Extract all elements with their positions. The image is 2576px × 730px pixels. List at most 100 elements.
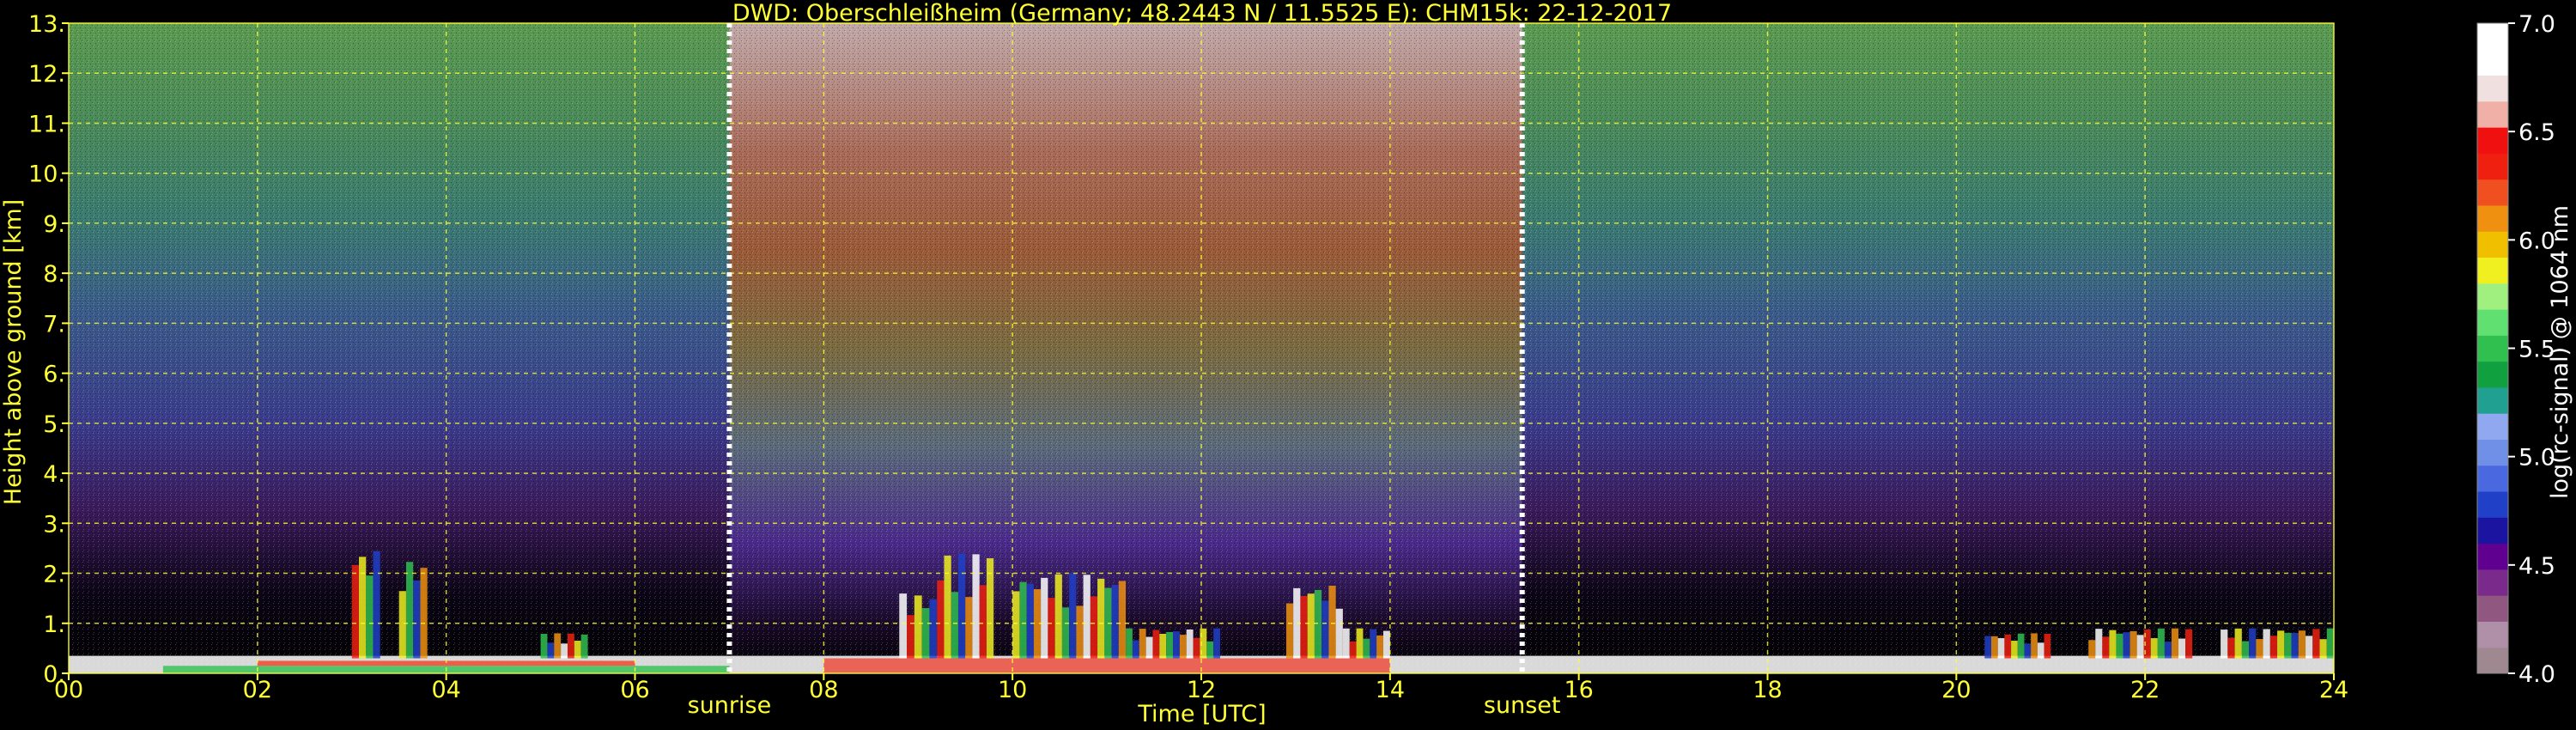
colorbar-segment — [2477, 257, 2508, 284]
colorbar-segment — [2477, 231, 2508, 259]
cloud-strip — [2116, 633, 2123, 659]
cloud-strip — [1179, 635, 1187, 659]
cloud-strip — [1012, 591, 1020, 659]
cloud-strip — [1090, 596, 1098, 659]
cloud-strip — [1019, 581, 1027, 659]
y-tick-label: 1. — [43, 611, 65, 638]
colorbar-segment — [2477, 439, 2508, 466]
cloud-strip — [2088, 640, 2096, 659]
cloud-strip — [1118, 581, 1127, 659]
colorbar-segment — [2477, 543, 2508, 570]
cloud-strip — [561, 643, 568, 659]
cloud-strip — [1307, 593, 1315, 659]
cloud-strip — [1376, 635, 1383, 659]
colorbar-segment — [2477, 100, 2508, 128]
cloud-strip — [1321, 600, 1329, 659]
y-tick-label: 0. — [43, 661, 65, 688]
colorbar-tick-label: 6.5 — [2518, 119, 2555, 146]
marker-label-sunset: sunset — [1484, 692, 1561, 719]
x-tick-label: 16 — [1564, 677, 1593, 703]
colorbar-segment — [2477, 413, 2508, 440]
cloud-strip — [351, 564, 359, 659]
cloud-strip — [2227, 637, 2235, 659]
cloud-strip — [1997, 638, 2005, 659]
colorbar-segment — [2477, 153, 2508, 180]
colorbar-tick-label: 7.0 — [2518, 11, 2555, 38]
cloud-strip — [2291, 632, 2299, 659]
cloud-strip — [1159, 634, 1167, 659]
cloud-strip — [1048, 598, 1055, 659]
chart-title: DWD: Oberschleißheim (Germany; 48.2443 N… — [732, 0, 1672, 27]
cloud-strip — [2185, 629, 2193, 659]
y-tick-label: 13. — [28, 11, 65, 38]
colorbar-segment — [2477, 23, 2508, 50]
cloud-strip — [2157, 628, 2165, 659]
cloud-strip — [944, 555, 951, 659]
cloud-strip — [1370, 629, 1377, 659]
cloud-strip — [2178, 638, 2186, 659]
cloud-strip — [1193, 637, 1200, 659]
y-tick-label: 6. — [43, 362, 65, 388]
cloud-strip — [2234, 628, 2242, 659]
marker-label-sunrise: sunrise — [688, 692, 772, 719]
cloud-strip — [1126, 628, 1133, 659]
cloud-strip — [2031, 633, 2038, 659]
cloud-strip — [2171, 628, 2179, 659]
cloud-strip — [2221, 630, 2228, 659]
cloud-strip — [2256, 639, 2263, 659]
cloud-strip — [929, 599, 938, 659]
y-tick-label: 9. — [43, 211, 65, 238]
colorbar-segment — [2477, 361, 2508, 388]
cloud-strip — [2306, 636, 2313, 659]
cloud-strip — [914, 595, 922, 659]
cloud-strip — [2326, 628, 2334, 659]
cloud-strip — [1061, 607, 1070, 659]
cloud-strip — [1213, 628, 1220, 659]
cloud-strip — [1026, 583, 1034, 659]
ceilometer-chart: sunrise sunset00 02 04 06 08 10 12 14 16 18 20 22 240… — [0, 0, 2573, 727]
cloud-strip — [2011, 641, 2018, 659]
cloud-strip — [580, 634, 588, 659]
colorbar-segment — [2477, 335, 2508, 362]
cloud-strip — [2136, 635, 2144, 659]
cloud-strip — [2150, 638, 2158, 659]
colorbar-tick-label: 4.5 — [2518, 553, 2555, 580]
cloud-strip — [1111, 584, 1119, 659]
colorbar-segment — [2477, 309, 2508, 336]
cloud-strip — [1152, 630, 1160, 659]
cloud-strip — [1342, 628, 1350, 659]
colorbar-segment — [2477, 283, 2508, 310]
x-tick-label: 02 — [243, 677, 272, 703]
cloud-strip — [567, 633, 574, 659]
cloud-strip — [1083, 575, 1091, 659]
colorbar-segment — [2477, 569, 2508, 596]
cloud-strip — [1349, 641, 1357, 659]
cloud-strip — [2017, 633, 2025, 659]
colorbar-label: log(rc-signal) @ 1064 nm — [2547, 205, 2573, 499]
x-tick-label: 12 — [1187, 677, 1216, 703]
y-tick-label: 3. — [43, 511, 65, 538]
cloud-strip — [2095, 629, 2103, 659]
colorbar-segment — [2477, 75, 2508, 102]
cloud-strip — [1139, 629, 1146, 659]
cloud-strip — [1166, 631, 1174, 659]
cloud-strip — [1382, 630, 1390, 659]
y-tick-label: 2. — [43, 562, 65, 588]
cloud-strip — [1132, 640, 1139, 659]
cloud-strip — [1186, 629, 1194, 659]
y-tick-label: 5. — [43, 411, 65, 438]
colorbar-segment — [2477, 595, 2508, 622]
cloud-feature — [2221, 628, 2334, 659]
cloud-strip — [1041, 577, 1048, 659]
cloud-strip — [951, 592, 958, 659]
x-tick-label: 10 — [998, 677, 1027, 703]
cloud-strip — [2102, 636, 2110, 659]
y-tick-label: 7. — [43, 311, 65, 338]
cloud-strip — [1300, 595, 1308, 659]
cloud-strip — [2164, 642, 2172, 659]
cloud-strip — [1984, 636, 1992, 659]
x-tick-label: 20 — [1941, 677, 1971, 703]
cloud-strip — [1173, 631, 1180, 659]
ground-layer-day — [823, 658, 1390, 673]
colorbar-segment — [2477, 49, 2508, 76]
